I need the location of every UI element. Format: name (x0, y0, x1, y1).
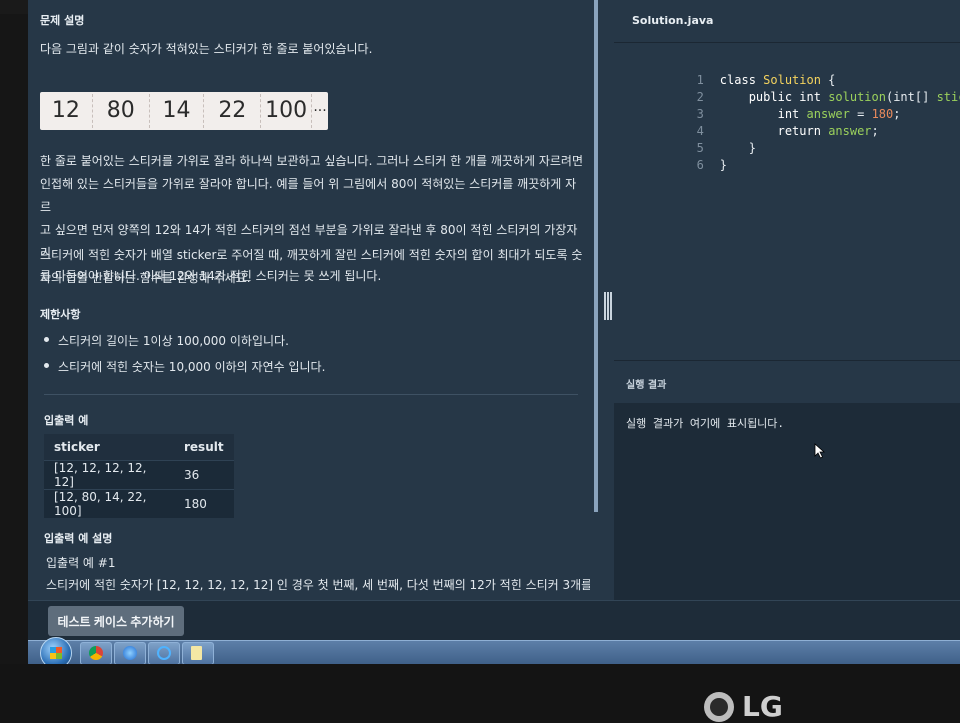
problem-intro: 다음 그림과 같이 숫자가 적혀있는 스티커가 한 줄로 붙어있습니다. (40, 42, 373, 56)
lg-logo-icon (704, 692, 734, 722)
table-cell: 180 (174, 489, 234, 518)
code-line: 2 public int solution(int[] sticker) { (614, 76, 960, 104)
explain-title: 입출력 예 설명 (44, 532, 113, 545)
bottom-action-bar: 테스트 케이스 추가하기 (28, 600, 960, 641)
pane-resize-handle[interactable] (604, 292, 612, 320)
sticker-value: 80 (93, 94, 150, 128)
line-number: 6 (696, 158, 704, 172)
table-header-row: sticker result (44, 434, 234, 461)
internet-explorer-icon (157, 646, 171, 660)
chrome-icon (89, 646, 103, 660)
explain-text: 스티커에 적힌 숫자가 [12, 12, 12, 12, 12] 인 경우 첫 … (46, 578, 590, 592)
editor-tabbar: Solution.java (614, 0, 960, 43)
taskbar-ie-button[interactable] (148, 642, 180, 664)
problem-pane[interactable]: 문제 설명 다음 그림과 같이 숫자가 적혀있는 스티커가 한 줄로 붙어있습니… (28, 0, 590, 600)
globe-icon (123, 646, 137, 660)
taskbar-chrome-button[interactable] (80, 642, 112, 664)
code-line: 4 return answer; (614, 110, 879, 138)
tab-solution-java[interactable]: Solution.java (632, 14, 713, 27)
problem-text-line: 한 줄로 붙어있는 스티커를 가위로 잘라 하나씩 보관하고 싶습니다. 그러나… (40, 154, 583, 168)
explain-subtitle: 입출력 예 #1 (46, 556, 116, 570)
result-placeholder: 실행 결과가 여기에 표시됩니다. (626, 417, 785, 430)
taskbar-notepad-button[interactable] (182, 642, 214, 664)
constraint-item: 스티커의 길이는 1이상 100,000 이하입니다. (44, 334, 289, 348)
table-row: [12, 80, 14, 22, 100] 180 (44, 489, 234, 518)
problem-paragraph-2: 스티커에 적힌 숫자가 배열 sticker로 주어질 때, 깨끗하게 잘린 스… (40, 244, 585, 290)
screen: 문제 설명 다음 그림과 같이 숫자가 적혀있는 스티커가 한 줄로 붙어있습니… (28, 0, 960, 664)
add-test-case-button[interactable]: 테스트 케이스 추가하기 (48, 606, 184, 636)
windows-taskbar (28, 637, 960, 664)
taskbar-ie-blue-button[interactable] (114, 642, 146, 664)
table-cell: [12, 12, 12, 12, 12] (44, 460, 174, 490)
editor-pane: Solution.java 1 class Solution { 2 public… (614, 0, 960, 600)
problem-text-line: 인접해 있는 스티커들을 가위로 잘라야 합니다. 예를 들어 위 그림에서 8… (40, 177, 577, 214)
problem-text-line: 스티커에 적힌 숫자가 배열 sticker로 주어질 때, 깨끗하게 잘린 스… (40, 248, 583, 262)
code-token: } (719, 158, 728, 172)
pane-scrollbar[interactable] (594, 0, 598, 512)
code-token: ; (871, 124, 879, 138)
code-token: } (748, 141, 756, 155)
result-header: 실행 결과 (614, 360, 960, 404)
windows-start-icon[interactable] (40, 637, 72, 664)
code-parameter: sticker (936, 90, 960, 104)
sticker-value: 22 (204, 94, 262, 128)
result-title: 실행 결과 (626, 380, 667, 391)
table-header: sticker (44, 434, 174, 461)
table-header: result (174, 434, 234, 461)
notepad-icon (191, 646, 202, 660)
constraints-title: 제한사항 (40, 308, 81, 321)
code-line: 6} (614, 144, 727, 172)
result-output: 실행 결과가 여기에 표시됩니다. (614, 403, 960, 600)
code-keyword: return (777, 124, 821, 138)
code-token: ; (893, 107, 901, 121)
examples-table: sticker result [12, 12, 12, 12, 12] 36 [… (44, 434, 234, 518)
sticker-value: 100 (261, 94, 313, 128)
code-editor[interactable]: 1 class Solution { 2 public int solution(… (614, 43, 960, 359)
problem-text-line: 자의 합을 반환하는 함수를 완성해 주세요. (40, 271, 251, 285)
sticker-ellipsis: ··· (313, 103, 327, 119)
table-row: [12, 12, 12, 12, 12] 36 (44, 460, 234, 490)
code-line: 3 int answer = 180; (614, 93, 901, 121)
monitor-bezel-bottom (0, 664, 960, 720)
code-line: 1 class Solution { (614, 59, 836, 87)
problem-section-title: 문제 설명 (40, 14, 85, 27)
code-variable: answer (828, 124, 872, 138)
examples-title: 입출력 예 (44, 414, 89, 427)
sticker-illustration: 12 80 14 22 100 ··· (40, 92, 328, 130)
section-divider (44, 394, 578, 395)
monitor-brand: LG (742, 690, 783, 723)
sticker-value: 12 (40, 94, 93, 128)
table-cell: 36 (174, 460, 234, 490)
table-cell: [12, 80, 14, 22, 100] (44, 489, 174, 518)
constraint-item: 스티커에 적힌 숫자는 10,000 이하의 자연수 입니다. (43, 360, 326, 374)
sticker-value: 14 (150, 94, 205, 128)
code-line: 5 } (614, 127, 756, 155)
mouse-pointer-icon (814, 443, 826, 459)
